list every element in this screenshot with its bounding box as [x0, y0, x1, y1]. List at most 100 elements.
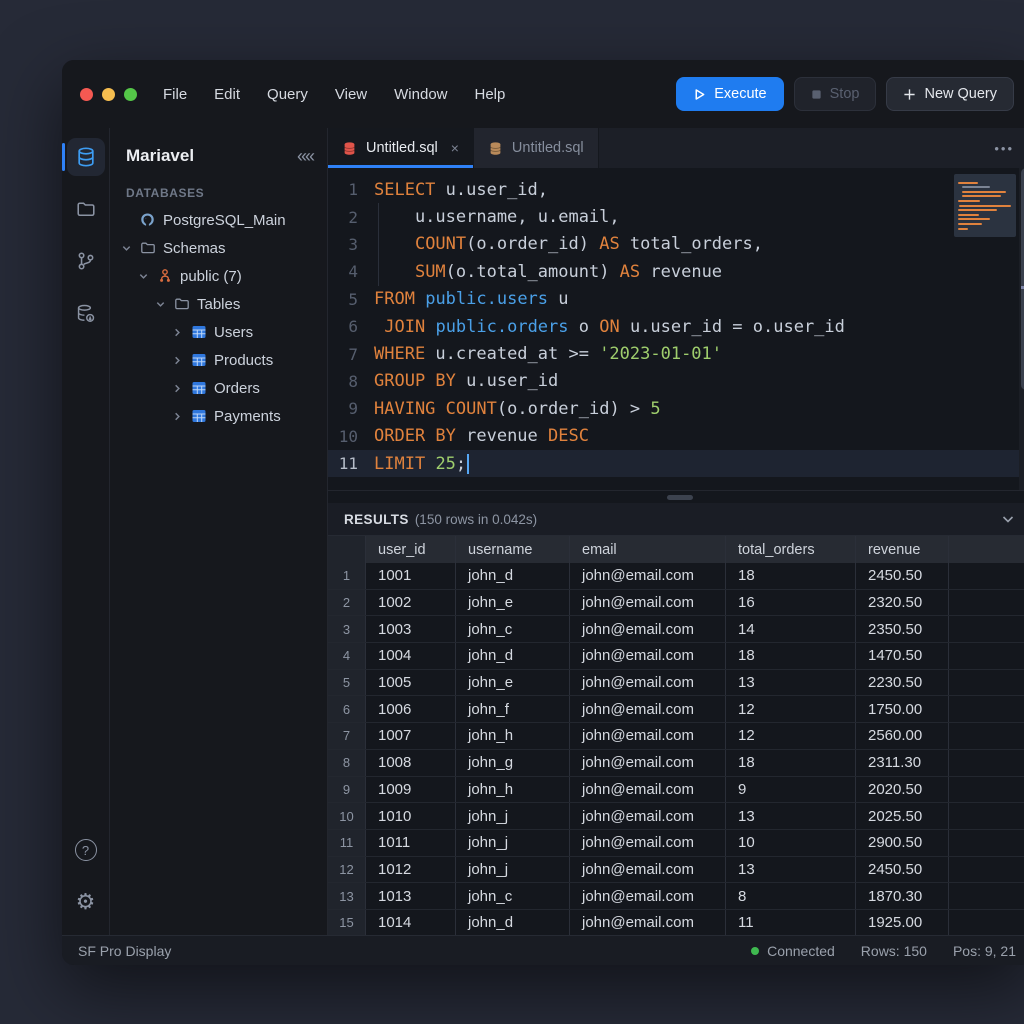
line-number: 6	[328, 317, 374, 336]
code-line-5[interactable]: 5FROM public.users u	[328, 286, 1024, 313]
column-header-revenue[interactable]: revenue	[856, 536, 949, 563]
row-filler	[949, 616, 1024, 642]
table-row[interactable]: 91009john_hjohn@email.com92020.50	[328, 777, 1024, 804]
close-tab-icon[interactable]: ×	[451, 140, 459, 156]
tree-item-postgresql-main[interactable]: PostgreSQL_Main	[110, 206, 327, 234]
cell-username: john_g	[456, 750, 570, 776]
table-row[interactable]: 21002john_ejohn@email.com162320.50	[328, 590, 1024, 617]
line-number: 11	[328, 454, 374, 473]
menu-item-file[interactable]: File	[163, 86, 187, 103]
table-row[interactable]: 151014john_djohn@email.com111925.00	[328, 910, 1024, 935]
token: u	[548, 289, 568, 309]
table-row[interactable]: 11001john_djohn@email.com182450.50	[328, 563, 1024, 590]
row-number: 6	[328, 696, 366, 722]
cell-user_id: 1014	[366, 910, 456, 935]
chevron-right-icon[interactable]	[172, 355, 183, 366]
column-header-user_id[interactable]: user_id	[366, 536, 456, 563]
editor-scrollbar[interactable]	[1019, 168, 1024, 490]
code-line-1[interactable]: 1SELECT u.user_id,	[328, 176, 1024, 203]
titlebar: File Edit Query View Window Help Execute Stop…	[62, 60, 1024, 128]
cell-username: john_d	[456, 910, 570, 935]
cell-username: john_c	[456, 883, 570, 909]
tree-item-public-7[interactable]: public (7)	[110, 262, 327, 290]
menu-item-query[interactable]: Query	[267, 86, 308, 103]
table-row[interactable]: 41004john_djohn@email.com181470.50	[328, 643, 1024, 670]
table-row[interactable]: 101010john_jjohn@email.com132025.50	[328, 803, 1024, 830]
code-line-6[interactable]: 6 JOIN public.orders o ON u.user_id = o.…	[328, 313, 1024, 340]
header-filler	[949, 536, 1024, 563]
rows-count: Rows: 150	[861, 943, 927, 959]
chevron-right-icon[interactable]	[172, 411, 183, 422]
line-number: 9	[328, 399, 374, 418]
collapse-results-button[interactable]	[1000, 511, 1016, 527]
table-icon	[191, 352, 207, 368]
stop-button[interactable]: Stop	[794, 77, 877, 111]
tab-overflow-button[interactable]: •••	[976, 141, 1024, 156]
table-row[interactable]: 31003john_cjohn@email.com142350.50	[328, 616, 1024, 643]
cell-username: john_e	[456, 670, 570, 696]
rail-git-button[interactable]	[67, 242, 105, 280]
tab-untitled-sql[interactable]: Untitled.sql	[474, 128, 599, 168]
panel-resize-handle[interactable]	[328, 490, 1024, 503]
tree-item-orders[interactable]: Orders	[110, 374, 327, 402]
zoom-window-button[interactable]	[124, 88, 137, 101]
results-grid: user_idusernameemailtotal_ordersrevenue …	[328, 536, 1024, 935]
table-row[interactable]: 121012john_jjohn@email.com132450.50	[328, 857, 1024, 884]
table-row[interactable]: 111011john_jjohn@email.com102900.50	[328, 830, 1024, 857]
tree-item-users[interactable]: Users	[110, 318, 327, 346]
tree-item-payments[interactable]: Payments	[110, 402, 327, 430]
token: ;	[456, 454, 466, 474]
sidebar: Mariavel «« DATABASES PostgreSQL_MainSch…	[110, 128, 328, 935]
token: revenue	[640, 262, 722, 282]
code-line-4[interactable]: 4 SUM(o.total_amount) AS revenue	[328, 258, 1024, 285]
column-header-username[interactable]: username	[456, 536, 570, 563]
rail-help-button[interactable]: ?	[67, 831, 105, 869]
minimap[interactable]	[954, 174, 1016, 237]
menu-item-edit[interactable]: Edit	[214, 86, 240, 103]
editor-scrollbar-thumb[interactable]	[1021, 168, 1024, 390]
sql-editor[interactable]: 1SELECT u.user_id,2 u.username, u.email,…	[328, 168, 1024, 490]
close-window-button[interactable]	[80, 88, 93, 101]
chevron-right-icon[interactable]	[172, 383, 183, 394]
cell-revenue: 2350.50	[856, 616, 949, 642]
tree-item-products[interactable]: Products	[110, 346, 327, 374]
line-number: 8	[328, 372, 374, 391]
sql-file-icon	[342, 141, 357, 156]
menu-item-window[interactable]: Window	[394, 86, 447, 103]
rail-files-button[interactable]	[67, 190, 105, 228]
table-row[interactable]: 61006john_fjohn@email.com121750.00	[328, 696, 1024, 723]
code-line-3[interactable]: 3 COUNT(o.order_id) AS total_orders,	[328, 231, 1024, 258]
code-line-9[interactable]: 9HAVING COUNT(o.order_id) > 5	[328, 395, 1024, 422]
table-row[interactable]: 131013john_cjohn@email.com81870.30	[328, 883, 1024, 910]
token: HAVING	[374, 399, 435, 419]
code-line-7[interactable]: 7WHERE u.created_at >= '2023-01-01'	[328, 340, 1024, 367]
execute-button[interactable]: Execute	[676, 77, 783, 111]
table-row[interactable]: 81008john_gjohn@email.com182311.30	[328, 750, 1024, 777]
code-line-2[interactable]: 2 u.username, u.email,	[328, 203, 1024, 230]
chevron-down-icon[interactable]	[138, 271, 149, 282]
collapse-sidebar-button[interactable]: ««	[297, 146, 313, 167]
new-query-button[interactable]: New Query	[886, 77, 1014, 111]
menu-item-view[interactable]: View	[335, 86, 367, 103]
column-header-email[interactable]: email	[570, 536, 726, 563]
column-header-total_orders[interactable]: total_orders	[726, 536, 856, 563]
tree-item-schemas[interactable]: Schemas	[110, 234, 327, 262]
token	[425, 317, 435, 337]
tab-untitled-sql[interactable]: Untitled.sql×	[328, 128, 474, 168]
chevron-down-icon[interactable]	[155, 299, 166, 310]
rail-export-button[interactable]	[67, 294, 105, 332]
table-row[interactable]: 51005john_ejohn@email.com132230.50	[328, 670, 1024, 697]
rail-settings-button[interactable]: ⚙	[67, 883, 105, 921]
tree-item-tables[interactable]: Tables	[110, 290, 327, 318]
minimize-window-button[interactable]	[102, 88, 115, 101]
rail-database-button[interactable]	[67, 138, 105, 176]
menu-item-help[interactable]: Help	[475, 86, 506, 103]
code-line-8[interactable]: 8GROUP BY u.user_id	[328, 368, 1024, 395]
code-line-11[interactable]: 11LIMIT 25;	[328, 450, 1024, 477]
line-number: 2	[328, 208, 374, 227]
chevron-right-icon[interactable]	[172, 327, 183, 338]
chevron-down-icon[interactable]	[121, 243, 132, 254]
cell-email: john@email.com	[570, 643, 726, 669]
table-row[interactable]: 71007john_hjohn@email.com122560.00	[328, 723, 1024, 750]
code-line-10[interactable]: 10ORDER BY revenue DESC	[328, 423, 1024, 450]
